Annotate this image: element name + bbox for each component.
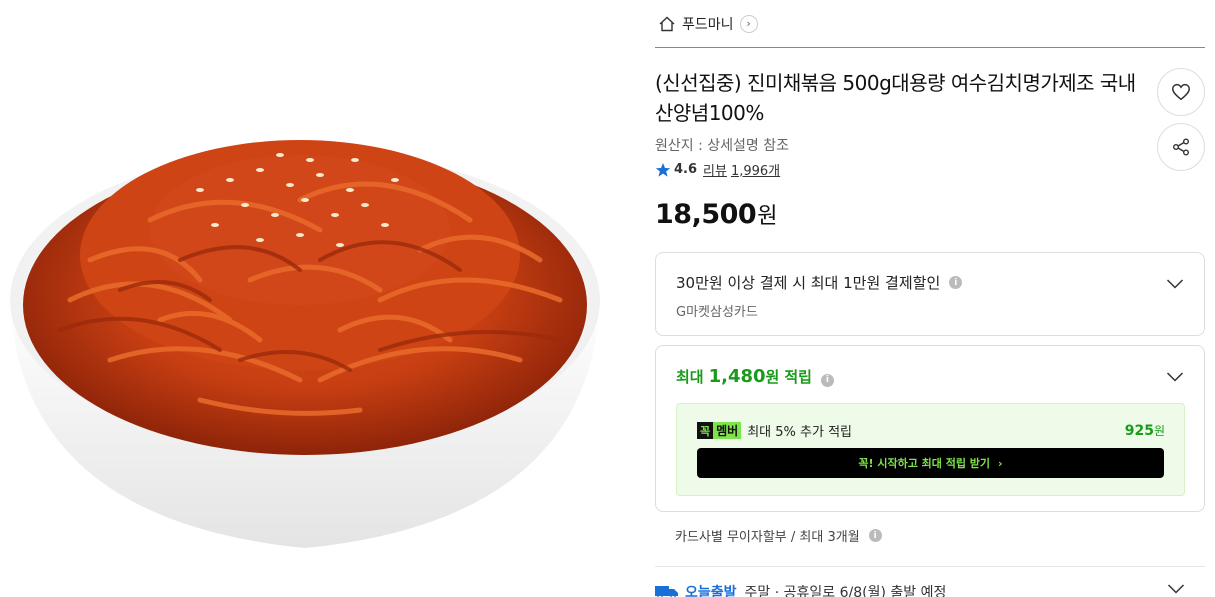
member-panel: 꼭 멤버 최대 5% 추가 적립 925 원 꼭! 시작하고 최대 적립 받기 … (676, 403, 1185, 496)
price-value: 18,500 (655, 199, 757, 230)
member-logo-mark: 꼭 (697, 422, 714, 439)
card-discount-box[interactable]: 30만원 이상 결제 시 최대 1만원 결제할인 i G마켓삼성카드 (655, 252, 1205, 336)
installment-info: 카드사별 무이자할부 / 최대 3개월 i (675, 526, 882, 545)
product-photo-stir-fried-squid (10, 140, 600, 548)
reward-unit: 원 (765, 368, 780, 386)
info-icon[interactable]: i (820, 373, 834, 387)
info-icon[interactable]: i (868, 529, 882, 542)
reward-title: 최대 1,480 원 적립 i (676, 366, 834, 387)
price: 18,500 원 (655, 198, 777, 230)
reward-suffix: 적립 (784, 368, 812, 386)
reward-prefix: 최대 (676, 368, 704, 386)
card-discount-title: 30만원 이상 결제 시 최대 1만원 결제할인 i (676, 272, 963, 293)
share-icon (1173, 138, 1189, 156)
product-title: (신선집중) 진미채볶음 500g대용량 여수김치명가제조 국내산양념100% (655, 71, 1136, 125)
member-amount-unit: 원 (1153, 424, 1165, 438)
rating-value: 4.6 (674, 162, 698, 177)
chevron-down-icon[interactable] (1166, 278, 1184, 290)
member-logo: 꼭 멤버 (697, 422, 742, 439)
heart-icon (1172, 83, 1190, 101)
info-icon[interactable]: i (949, 276, 963, 289)
truck-icon (655, 586, 678, 597)
installment-text: 카드사별 무이자할부 / 최대 3개월 (675, 530, 860, 545)
favorite-button[interactable] (1157, 68, 1205, 116)
origin-info: 원산지 : 상세설명 참조 (655, 138, 789, 154)
rating-row: 4.6 리뷰 1,996개 (655, 160, 780, 179)
shipping-text: 주말 · 공휴일로 6/8(월) 출발 예정 (744, 585, 947, 597)
member-logo-text: 멤버 (713, 422, 742, 439)
product-image (0, 0, 615, 597)
chevron-down-icon[interactable] (1166, 371, 1184, 383)
review-link[interactable]: 리뷰 (703, 160, 727, 179)
chevron-right-icon: › (998, 456, 1003, 470)
member-amount: 925 (1124, 422, 1154, 439)
review-count[interactable]: 1,996개 (731, 160, 780, 179)
member-row: 꼭 멤버 최대 5% 추가 적립 925 원 (697, 421, 1165, 440)
member-cta-label: 꼭! 시작하고 최대 적립 받기 (858, 457, 991, 470)
price-unit: 원 (757, 204, 778, 229)
member-desc: 최대 5% 추가 적립 (747, 425, 852, 440)
card-discount-text: 30만원 이상 결제 시 최대 1만원 결제할인 (676, 274, 941, 292)
chevron-right-icon[interactable]: › (739, 14, 758, 33)
reward-amount: 1,480 (708, 366, 766, 387)
member-cta-button[interactable]: 꼭! 시작하고 최대 적립 받기 › (697, 448, 1164, 478)
chevron-down-icon[interactable] (1167, 583, 1185, 595)
star-icon (655, 162, 671, 177)
shop-bar[interactable]: 푸드마니 › (655, 0, 1205, 48)
shipping-badge: 오늘출발 (685, 585, 737, 597)
product-info: 푸드마니 › (신선집중) 진미채볶음 500g대용량 여수김치명가제조 국내산… (655, 0, 1205, 597)
divider (655, 566, 1205, 567)
card-name: G마켓삼성카드 (676, 305, 758, 320)
reward-box: 최대 1,480 원 적립 i 꼭 멤버 최대 5% 추가 적립 925 원 꼭… (655, 345, 1205, 512)
home-icon (659, 16, 675, 31)
shipping-row[interactable]: 오늘출발 주말 · 공휴일로 6/8(월) 출발 예정 (655, 580, 1205, 597)
share-button[interactable] (1157, 123, 1205, 171)
shop-name[interactable]: 푸드마니 (682, 14, 734, 34)
